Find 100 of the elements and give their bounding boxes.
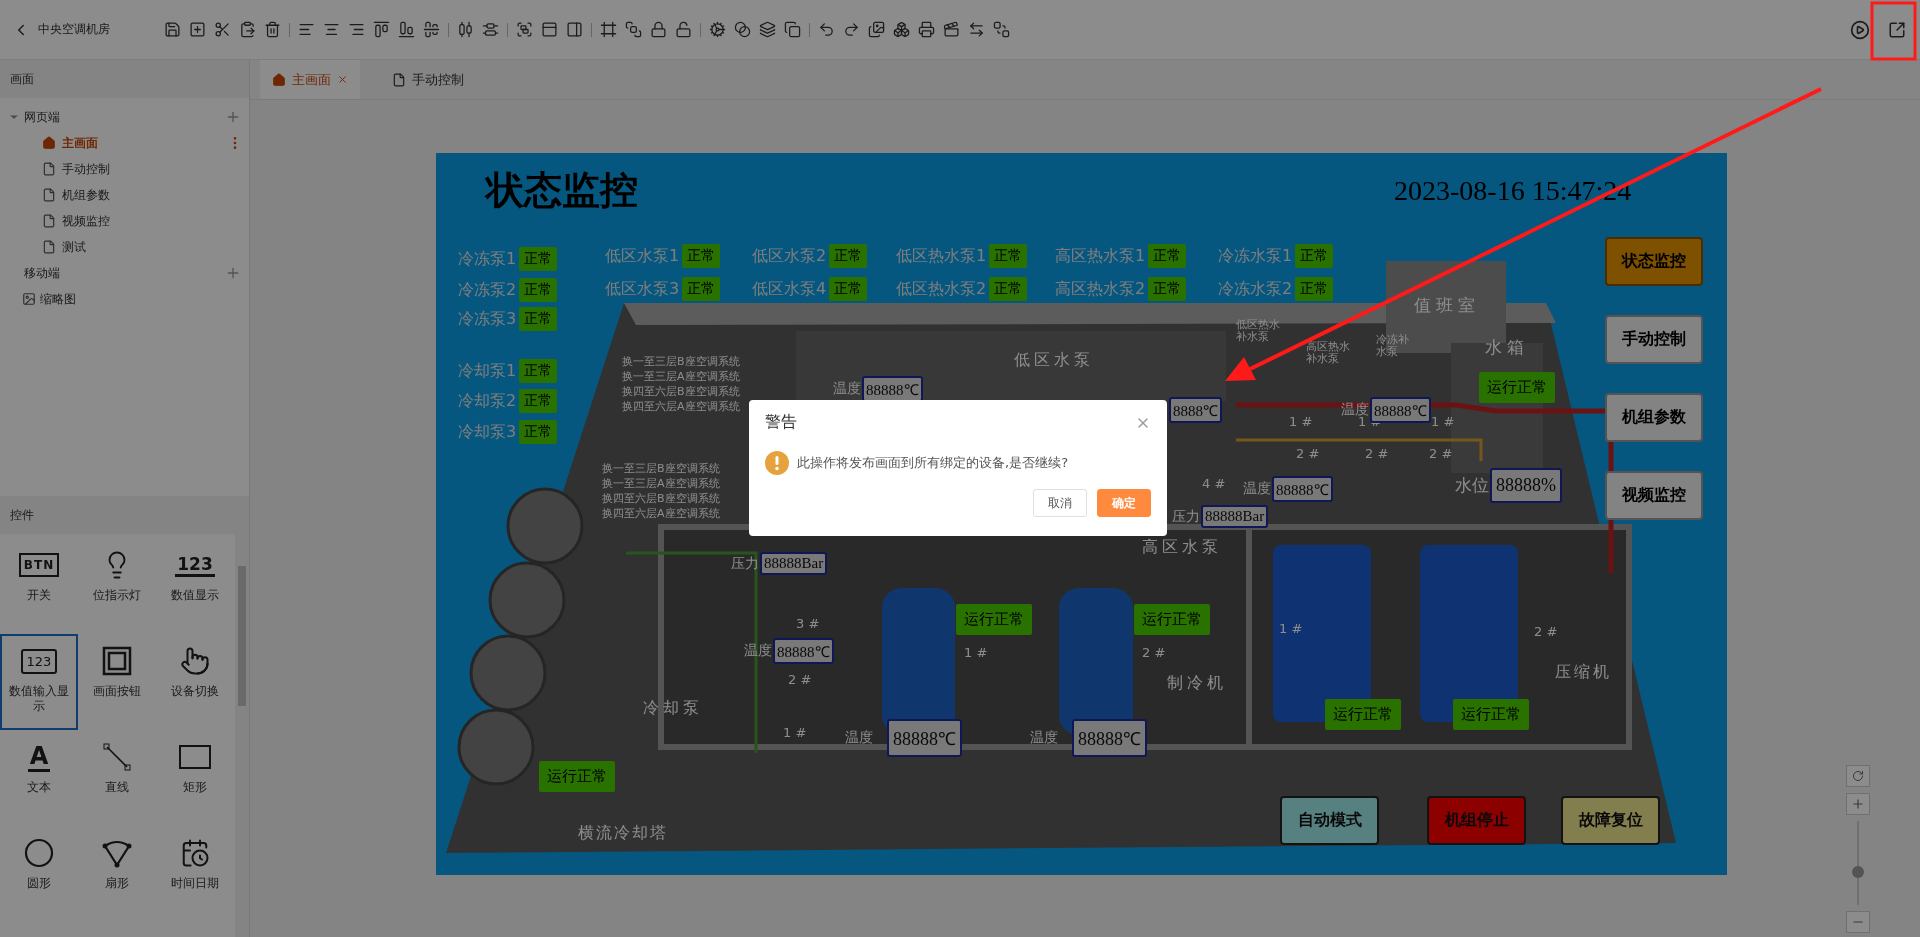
status-badge: 正常 [682,244,721,268]
area-label: 横流冷却塔 [578,824,668,843]
pump-name: 低区水泵1 [605,245,680,267]
widget-item[interactable]: 画面按钮 [78,634,156,730]
page-item[interactable]: 视频监控 [0,208,249,234]
area-label: 低区水泵 [1014,351,1094,370]
cancel-button[interactable]: 取消 [1033,489,1087,517]
widget-item[interactable]: BTN 开关 [0,538,78,634]
pump-name: 低区水泵2 [752,245,827,267]
lock-icon[interactable] [648,19,669,40]
thumbnail-item[interactable]: 缩略图 [40,290,76,308]
gear-icon[interactable] [707,19,728,40]
reading-value: 88888℃ [1272,476,1333,502]
widget-item[interactable]: 123 数值显示 [156,538,234,634]
mode-button[interactable]: 自动模式 [1280,796,1379,845]
align-bottom-icon[interactable] [396,19,417,40]
close-icon[interactable] [337,74,348,85]
reading-label: 温度 [833,380,861,398]
reset-zoom-button[interactable] [1846,765,1870,787]
image-icon [22,292,36,306]
area-label: 2 # [1296,447,1320,462]
tab[interactable]: 手动控制 [380,60,476,99]
area-label: 换四至六层A座空调系统 [622,401,740,414]
bring-front-icon[interactable] [623,19,644,40]
align-middle-icon[interactable] [421,19,442,40]
page-item[interactable]: 测试 [0,234,249,260]
rectangle-icon [179,745,211,769]
status-badge: 正常 [1148,277,1187,301]
copy-icon[interactable] [782,19,803,40]
status-badge: 正常 [519,247,558,271]
area-label: 低区热水补水泵 [1236,318,1281,343]
frame-icon[interactable] [598,19,619,40]
status-badge: 正常 [519,389,558,413]
reading-label: 压力 [731,554,759,573]
area-label: 1 # [1289,415,1313,430]
area-label: 水箱 [1485,338,1529,358]
file-icon [42,240,56,254]
nav-button[interactable]: 状态监控 [1605,237,1703,286]
images-icon[interactable] [866,19,887,40]
reading-value: 88888% [1490,468,1562,503]
widget-item[interactable]: 直线 [78,730,156,826]
area-label: 换四至六层B座空调系统 [622,386,740,399]
pump-name: 高区热水泵2 [1055,278,1146,300]
area-label: 2 # [1534,625,1558,640]
file-icon [42,188,56,202]
status-badge: 正常 [519,307,558,331]
reading-label: 温度 [845,729,873,747]
clapperboard-icon[interactable] [941,19,962,40]
layers-icon[interactable] [757,19,778,40]
align-top-icon[interactable] [371,19,392,40]
boxes-icon[interactable] [891,19,912,40]
reading-label: 温度 [744,642,772,660]
widget-item[interactable]: 位指示灯 [78,538,156,634]
status-badge: 正常 [829,244,868,268]
widget-item[interactable]: 123 数值输入显示 [0,634,78,730]
pump-name: 冷却泵1 [458,360,517,382]
widget-item[interactable]: A 文本 [0,730,78,826]
reading-label: 温度 [1030,729,1058,747]
status-badge: 正常 [519,278,558,302]
area-label: 2 # [788,673,812,688]
widget-item[interactable]: 矩形 [156,730,234,826]
status-badge: 正常 [519,359,558,383]
panel-top-icon[interactable] [539,19,560,40]
widget-item[interactable]: 设备切换 [156,634,234,730]
page-item[interactable]: 机组参数 [0,182,249,208]
file-icon [42,214,56,228]
section-label: 移动端 [24,264,60,282]
printer-icon[interactable] [916,19,937,40]
pump-name: 冷冻水泵1 [1218,245,1293,267]
page-item[interactable]: 手动控制 [0,156,249,182]
nav-button[interactable]: 视频监控 [1605,471,1703,520]
page-item[interactable]: 主画面 [0,130,249,156]
mode-button[interactable]: 故障复位 [1561,796,1660,845]
widget-item[interactable]: 圆形 [0,826,78,922]
reading-value: 88888Bar [1201,505,1269,528]
nav-button[interactable]: 手动控制 [1605,315,1703,364]
widget-item[interactable]: 扇形 [78,826,156,922]
hand-icon [180,646,210,676]
area-label: 1 # [1431,415,1455,430]
slider-thumb[interactable] [1852,865,1864,878]
nav-button[interactable]: 机组参数 [1605,393,1703,442]
area-label: 4 # [1202,477,1226,492]
scrollbar[interactable] [235,534,249,937]
app-title: 中央空调机房 [38,21,110,38]
status-badge: 正常 [1148,244,1187,268]
group-icon[interactable] [514,19,535,40]
blend-icon[interactable] [732,19,753,40]
send-back-icon[interactable] [991,19,1012,40]
widget-item[interactable]: 时间日期 [156,826,234,922]
reading-value: 88888℃ [1072,719,1147,757]
unlock-icon[interactable] [673,19,694,40]
tab[interactable]: 主画面 [260,60,360,99]
file-icon [392,72,406,87]
reading-label: 温度 [1243,480,1271,498]
reading-value: 88888℃ [773,638,834,664]
save-icon[interactable] [162,19,183,40]
circle-icon [24,838,54,868]
add-icon[interactable] [187,19,208,40]
pump-name: 冷却泵2 [458,390,517,412]
panel-right-icon[interactable] [564,19,585,40]
